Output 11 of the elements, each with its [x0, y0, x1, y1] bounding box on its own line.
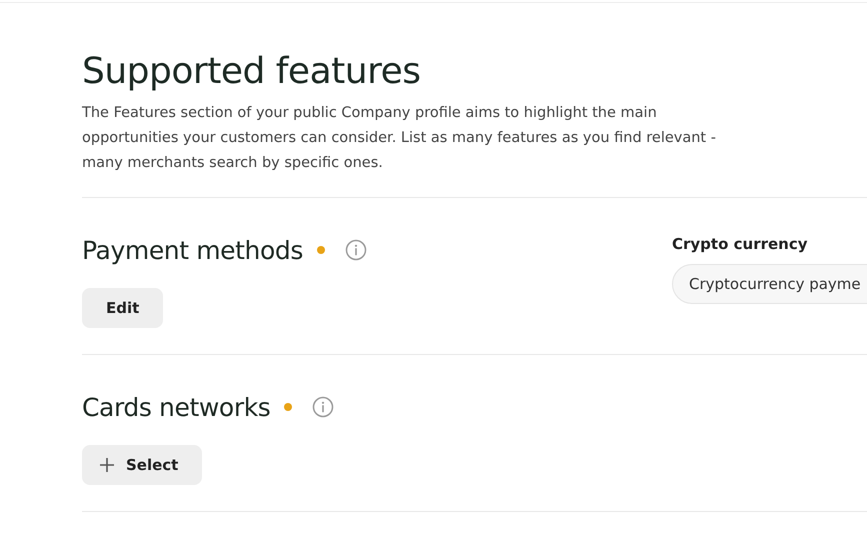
- section-title: Cards networks: [82, 392, 270, 422]
- feature-chip: Cryptocurrency payme: [672, 264, 867, 304]
- group-label: Crypto currency: [672, 234, 809, 254]
- info-icon[interactable]: [312, 396, 334, 418]
- info-icon[interactable]: [344, 239, 367, 261]
- description: The Features section of your public Company profile aims to highlight the main opportunities your customers can consider. List as many features as you find relevant - many merchants search by specific ones.: [82, 104, 717, 173]
- section-title: Payment methods: [82, 236, 303, 264]
- select-button[interactable]: Select: [82, 445, 202, 485]
- plus-icon: [100, 458, 114, 472]
- edit-button[interactable]: Edit: [82, 288, 164, 328]
- page-title: Supported features: [82, 50, 422, 94]
